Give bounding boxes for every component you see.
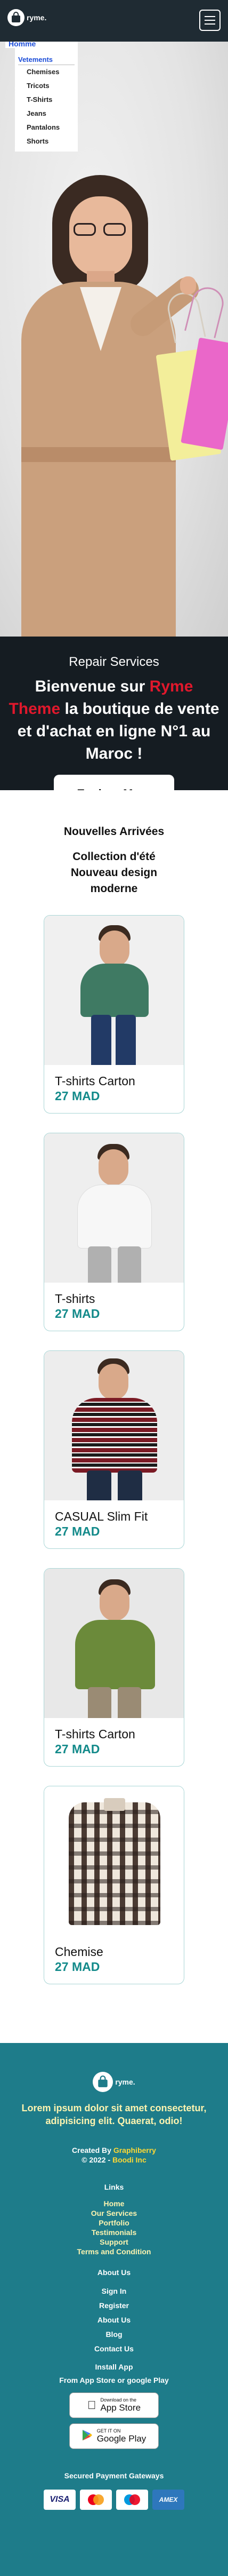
credit-link[interactable]: Graphiberry xyxy=(113,2146,156,2154)
install-subtitle: From App Store or google Play xyxy=(59,2376,169,2384)
footer-link-about[interactable]: About Us xyxy=(11,2313,217,2327)
brand-name: ryme. xyxy=(27,13,47,22)
about-heading: About Us xyxy=(97,2268,131,2277)
product-price: 27 MAD xyxy=(55,1089,100,1103)
footer-link-services[interactable]: Our Services xyxy=(11,2208,217,2218)
mastercard-icon xyxy=(80,2490,112,2510)
product-name: T-shirts Carton xyxy=(55,1727,135,1741)
footer-link-contact[interactable]: Contact Us xyxy=(11,2342,217,2356)
footer-link-blog[interactable]: Blog xyxy=(11,2327,217,2342)
visa-icon: VISA xyxy=(44,2490,76,2510)
shopping-bag-icon xyxy=(7,9,25,26)
product-name: T-shirts xyxy=(55,1292,95,1306)
site-footer: ryme. Lorem ipsum dolor sit amet consect… xyxy=(0,2043,228,2576)
brand-logo[interactable]: ryme. xyxy=(7,9,46,26)
footer-brand-logo[interactable]: ryme. xyxy=(93,2072,135,2092)
site-header: ryme. xyxy=(0,0,228,42)
product-name: Chemise xyxy=(55,1945,103,1959)
hero-title: Bienvenue sur Ryme Theme la boutique de … xyxy=(9,678,219,762)
hero-section: Homme Vetements Chemises Tricots T-Shirt… xyxy=(0,42,228,790)
copyright-org-link[interactable]: Boodi Inc xyxy=(112,2156,146,2164)
install-heading: Install App xyxy=(95,2363,133,2371)
footer-link-register[interactable]: Register xyxy=(11,2299,217,2313)
hamburger-menu-icon[interactable] xyxy=(199,10,221,31)
footer-credit: Created By Graphiberry © 2022 - Boodi In… xyxy=(72,2146,156,2164)
new-arrivals-section: Nouvelles Arrivées Collection d'été Nouv… xyxy=(0,790,228,1984)
nav-subitem-pantalons[interactable]: Pantalons xyxy=(15,121,78,134)
product-card[interactable]: T-shirts Carton 27 MAD xyxy=(44,1568,184,1767)
footer-description: Lorem ipsum dolor sit amet consectetur, … xyxy=(21,2103,207,2126)
footer-brand-name: ryme. xyxy=(115,2078,135,2086)
nav-subitem-jeans[interactable]: Jeans xyxy=(15,107,78,121)
footer-link-terms[interactable]: Terms and Condition xyxy=(11,2247,217,2256)
section-subtitle: Collection d'été Nouveau design moderne xyxy=(70,850,158,895)
product-card[interactable]: CASUAL Slim Fit 27 MAD xyxy=(44,1350,184,1549)
google-play-icon xyxy=(82,2429,93,2444)
footer-link-signin[interactable]: Sign In xyxy=(11,2284,217,2299)
app-store-button[interactable]:  Download on theApp Store xyxy=(69,2392,159,2418)
nav-subitem-chemises[interactable]: Chemises xyxy=(15,65,78,79)
links-heading: Links xyxy=(104,2183,124,2191)
about-list: Sign In Register About Us Blog Contact U… xyxy=(11,2284,217,2356)
nav-subitem-tshirts[interactable]: T-Shirts xyxy=(15,93,78,107)
google-play-button[interactable]: GET IT ON Google Play xyxy=(69,2423,159,2449)
footer-link-testimonials[interactable]: Testimonials xyxy=(11,2228,217,2237)
section-title: Nouvelles Arrivées xyxy=(63,825,165,838)
product-price: 27 MAD xyxy=(55,1524,100,1538)
product-price: 27 MAD xyxy=(55,1742,100,1756)
maestro-icon xyxy=(116,2490,148,2510)
footer-link-portfolio[interactable]: Portfolio xyxy=(11,2218,217,2228)
product-image xyxy=(44,1569,184,1718)
product-card[interactable]: T-shirts Carton 27 MAD xyxy=(44,915,184,1114)
amex-icon: AMEX xyxy=(152,2490,184,2510)
product-image xyxy=(44,916,184,1065)
product-image xyxy=(44,1786,184,1936)
product-name: CASUAL Slim Fit xyxy=(55,1509,148,1523)
hero-content: Repair Services Bienvenue sur Ryme Theme… xyxy=(0,654,228,790)
payment-methods: VISA AMEX xyxy=(11,2490,217,2510)
product-price: 27 MAD xyxy=(55,1307,100,1321)
explore-more-button[interactable]: Explore More xyxy=(54,775,174,790)
product-image xyxy=(44,1351,184,1500)
product-card[interactable]: Chemise 27 MAD xyxy=(44,1786,184,1984)
footer-link-home[interactable]: Home xyxy=(11,2199,217,2208)
apple-icon:  xyxy=(87,2398,96,2412)
nav-subitem-shorts[interactable]: Shorts xyxy=(15,134,78,148)
product-image xyxy=(44,1133,184,1283)
nav-dropdown: Homme Vetements Chemises Tricots T-Shirt… xyxy=(5,42,78,152)
payments-heading: Secured Payment Gateways xyxy=(64,2471,164,2480)
nav-subitem-tricots[interactable]: Tricots xyxy=(15,79,78,93)
links-list: Home Our Services Portfolio Testimonials… xyxy=(11,2199,217,2256)
nav-item-vetements[interactable]: Vetements xyxy=(18,55,75,65)
product-name: T-shirts Carton xyxy=(55,1074,135,1088)
hero-eyebrow: Repair Services xyxy=(69,655,159,669)
footer-link-support[interactable]: Support xyxy=(11,2237,217,2247)
product-card[interactable]: T-shirts 27 MAD xyxy=(44,1133,184,1331)
nav-item-homme[interactable]: Homme xyxy=(5,42,39,48)
shopping-bag-icon xyxy=(93,2072,113,2092)
product-price: 27 MAD xyxy=(55,1960,100,1974)
